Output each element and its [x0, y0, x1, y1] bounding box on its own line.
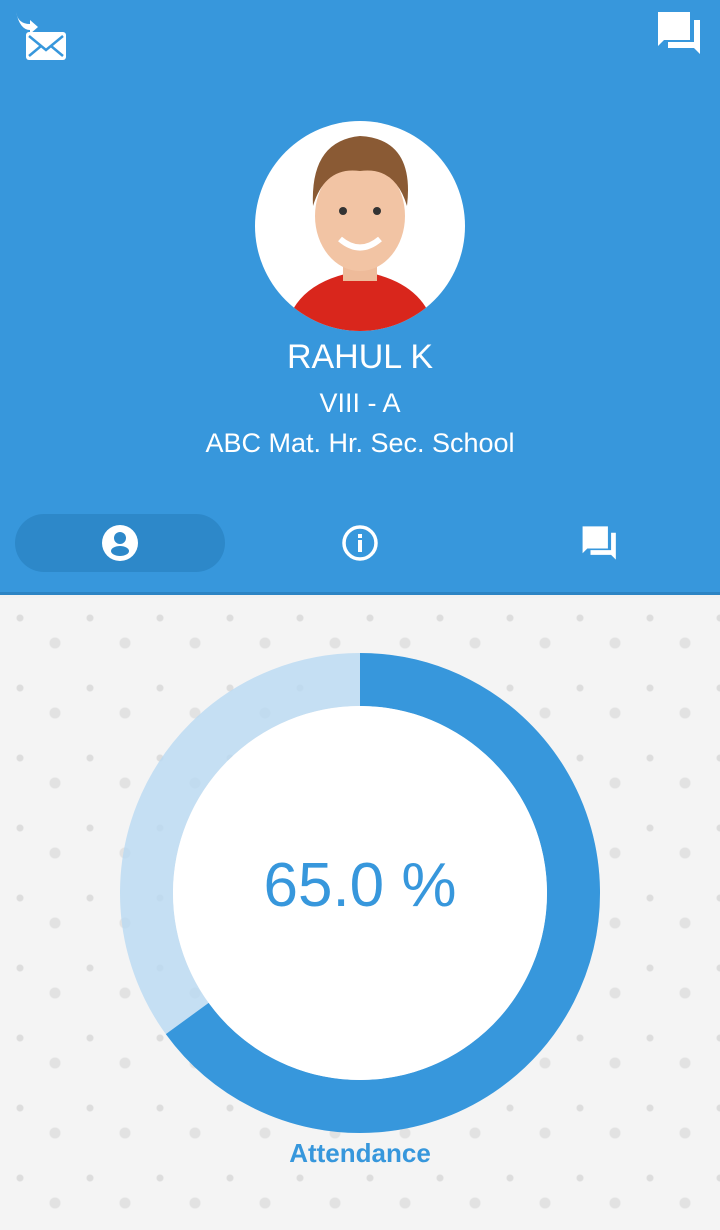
- student-class: VIII - A: [319, 388, 401, 418]
- chat-icon[interactable]: [656, 10, 704, 61]
- tab-profile[interactable]: [15, 514, 225, 572]
- school-name: ABC Mat. Hr. Sec. School: [205, 428, 515, 458]
- info-icon: [342, 525, 378, 561]
- tab-messages[interactable]: [495, 514, 705, 572]
- account-circle-icon: [102, 525, 138, 561]
- chat-icon: [582, 526, 616, 560]
- tab-info[interactable]: [255, 514, 465, 572]
- attendance-label: Attendance: [289, 1138, 431, 1168]
- mail-forward-icon[interactable]: [14, 10, 68, 67]
- student-name: RAHUL K: [286, 338, 434, 376]
- profile-header: RAHUL K VIII - A ABC Mat. Hr. Sec. Schoo…: [0, 0, 720, 595]
- avatar: [255, 121, 465, 331]
- attendance-percent: 65.0 %: [263, 851, 457, 920]
